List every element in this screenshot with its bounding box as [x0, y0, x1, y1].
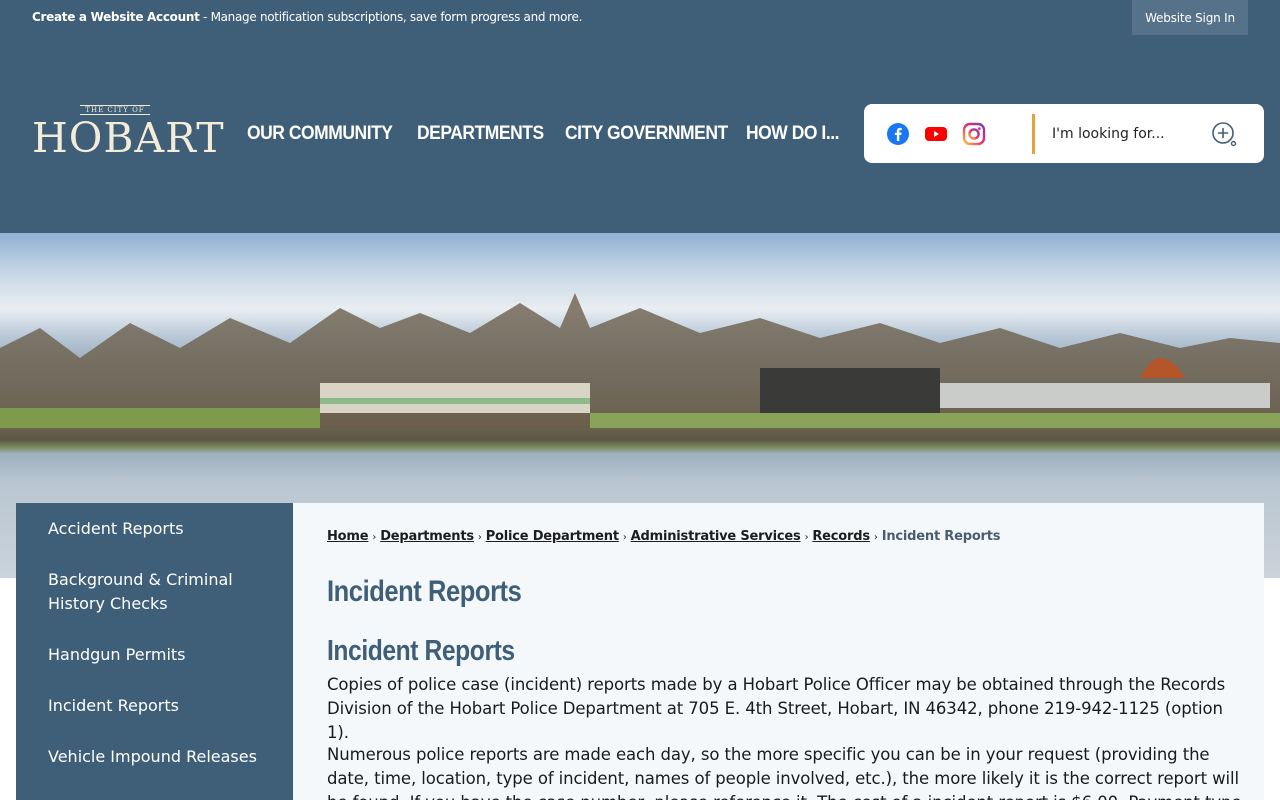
- sidebar-menu: Accident Reports Background & Criminal H…: [16, 503, 293, 800]
- paragraph-records-division: Copies of police case (incident) reports…: [327, 675, 1226, 742]
- youtube-icon[interactable]: [924, 122, 948, 146]
- breadcrumb-separator: ›: [622, 532, 627, 543]
- paragraph-report-request: Numerous police reports are made each da…: [327, 745, 1242, 800]
- breadcrumb-home[interactable]: Home: [327, 529, 369, 544]
- nav-our-community[interactable]: OUR COMMUNITY: [247, 123, 393, 145]
- top-bar: Create a Website Account - Manage notifi…: [0, 0, 1280, 35]
- logo-wordmark: HOBART: [32, 114, 225, 162]
- sidebar-item-background-checks[interactable]: Background & Criminal History Checks: [48, 568, 268, 616]
- instagram-icon[interactable]: [962, 122, 986, 146]
- create-account-link[interactable]: Create a Website Account: [32, 10, 200, 24]
- nav-city-government[interactable]: CITY GOVERNMENT: [565, 123, 728, 145]
- sidebar-item-vehicle-impound[interactable]: Vehicle Impound Releases: [48, 745, 268, 769]
- sidebar-item-accident-reports[interactable]: Accident Reports: [48, 517, 268, 541]
- search-icon[interactable]: [1210, 120, 1238, 148]
- toolbox-divider: [1032, 114, 1035, 154]
- breadcrumb-separator: ›: [372, 532, 377, 543]
- page-title: Incident Reports: [327, 575, 522, 608]
- breadcrumb-separator: ›: [477, 532, 482, 543]
- hobart-logo[interactable]: THE CITY OF HOBART: [32, 103, 224, 165]
- create-account-message[interactable]: Create a Website Account - Manage notifi…: [32, 10, 582, 24]
- hero-skyline: [0, 293, 1280, 428]
- breadcrumb-police-department[interactable]: Police Department: [486, 529, 619, 544]
- facebook-icon[interactable]: [886, 122, 910, 146]
- sidebar-item-handgun-permits[interactable]: Handgun Permits: [48, 643, 268, 667]
- header-toolbox: [864, 104, 1264, 163]
- main-content: Home › Departments › Police Department › Admin…: [293, 503, 1264, 800]
- breadcrumb-separator: ›: [873, 532, 878, 543]
- breadcrumb-records[interactable]: Records: [812, 529, 870, 544]
- breadcrumb: Home › Departments › Police Department › Admin…: [327, 529, 1001, 544]
- breadcrumb-separator: ›: [804, 532, 809, 543]
- site-header: THE CITY OF HOBART OUR COMMUNITY DEPARTM…: [0, 35, 1280, 233]
- search-input[interactable]: [1044, 116, 1194, 152]
- breadcrumb-administrative-services[interactable]: Administrative Services: [631, 529, 801, 544]
- breadcrumb-current: Incident Reports: [881, 529, 1001, 544]
- create-account-description: - Manage notification subscriptions, sav…: [199, 10, 583, 24]
- section-title: Incident Reports: [327, 635, 515, 667]
- breadcrumb-departments[interactable]: Departments: [380, 529, 474, 544]
- website-sign-in-button[interactable]: Website Sign In: [1132, 0, 1248, 35]
- sidebar-item-incident-reports[interactable]: Incident Reports: [48, 694, 268, 718]
- nav-departments[interactable]: DEPARTMENTS: [417, 123, 544, 145]
- nav-how-do-i[interactable]: HOW DO I...: [746, 123, 839, 145]
